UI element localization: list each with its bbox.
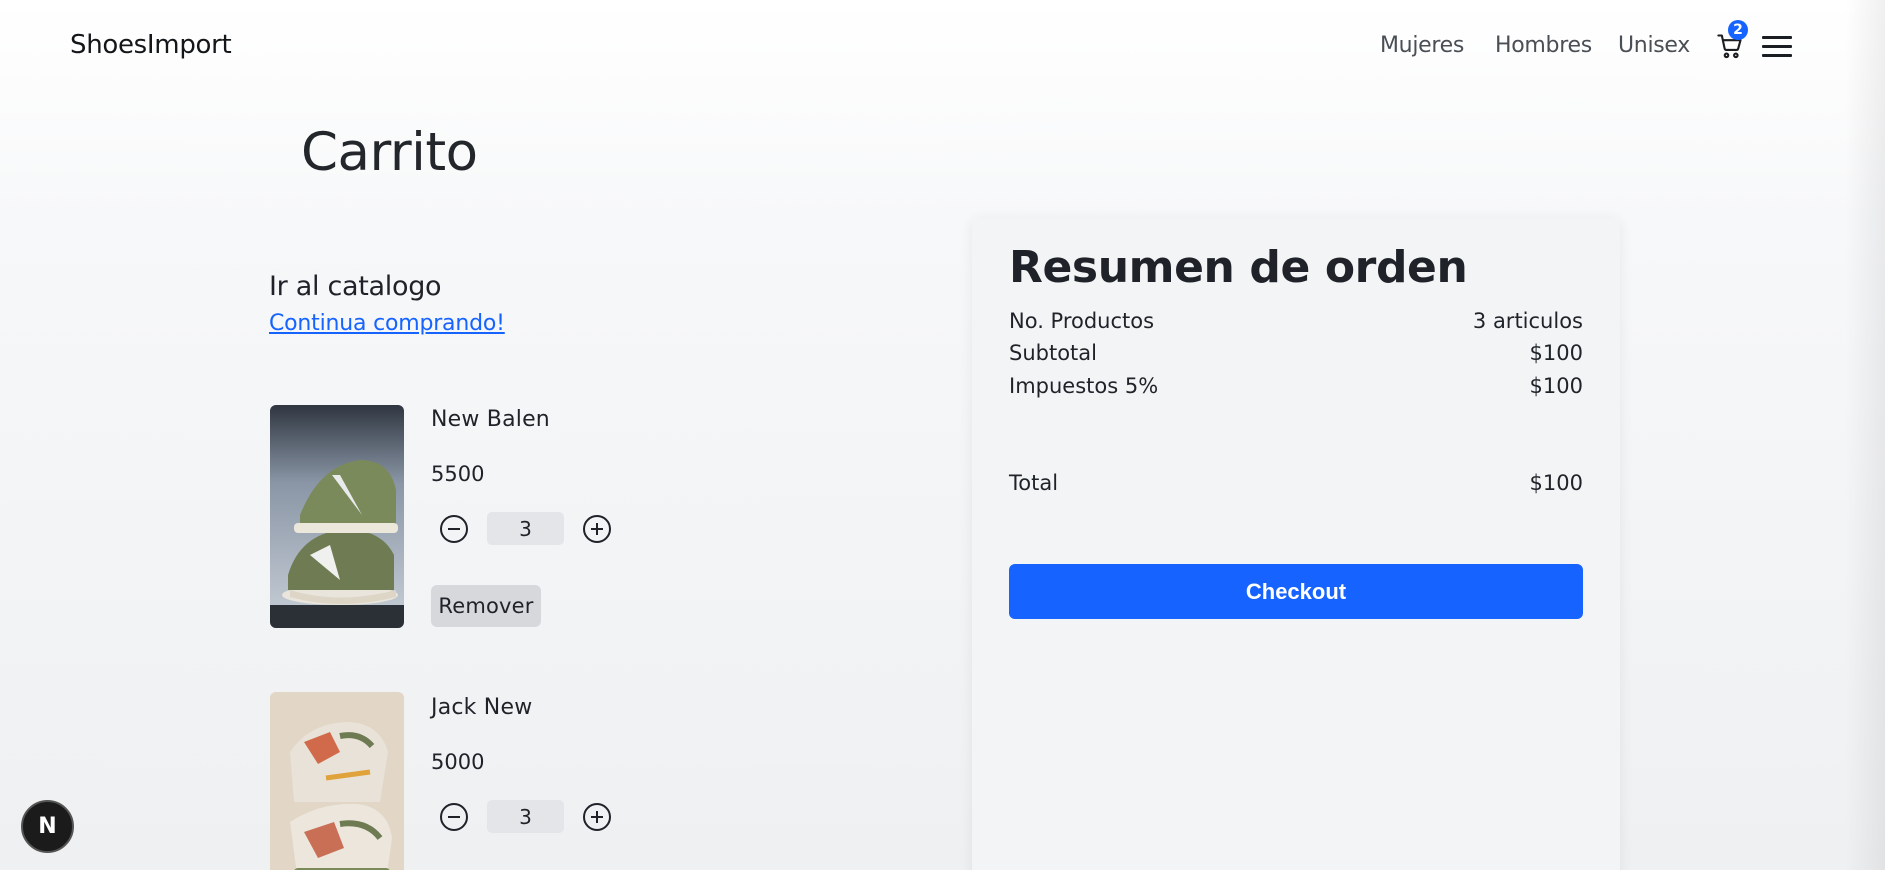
nav-link-hombres[interactable]: Hombres	[1495, 33, 1592, 58]
catalog-heading: Ir al catalogo	[269, 271, 442, 302]
hamburger-menu-button[interactable]	[1762, 36, 1792, 58]
product-price: 5000	[431, 750, 485, 774]
page-title: Carrito	[301, 122, 478, 183]
hamburger-icon	[1762, 36, 1792, 39]
increase-quantity-button[interactable]	[583, 803, 611, 831]
order-summary-card: Resumen de orden No. Productos 3 articul…	[972, 218, 1620, 870]
total-label: Total	[1009, 471, 1059, 495]
hamburger-line	[1762, 54, 1792, 57]
product-name: Jack New	[431, 695, 533, 720]
quantity-field[interactable]: 3	[487, 800, 564, 833]
summary-row-label: Subtotal	[1009, 341, 1097, 365]
increase-quantity-button[interactable]	[583, 515, 611, 543]
nav-link-unisex[interactable]: Unisex	[1618, 33, 1690, 58]
summary-row-value: $100	[1529, 374, 1583, 398]
summary-row-label: No. Productos	[1009, 309, 1155, 333]
sneaker-image	[270, 405, 404, 628]
hamburger-line	[1762, 45, 1792, 48]
dev-tools-badge[interactable]: N	[21, 800, 74, 853]
checkout-button[interactable]: Checkout	[1009, 564, 1583, 619]
decrease-quantity-button[interactable]	[440, 515, 468, 543]
sneaker-image	[270, 692, 404, 870]
summary-title: Resumen de orden	[1009, 242, 1468, 293]
product-image-new-balen[interactable]	[270, 405, 404, 628]
remove-item-button[interactable]: Remover	[431, 585, 541, 627]
summary-row-value: 3 articulos	[1472, 309, 1583, 333]
product-price: 5500	[431, 462, 485, 486]
summary-row-label: Impuestos 5%	[1009, 374, 1159, 398]
decrease-quantity-button[interactable]	[440, 803, 468, 831]
product-name: New Balen	[431, 407, 550, 432]
product-image-jack-new[interactable]	[270, 692, 404, 870]
summary-row-value: $100	[1529, 341, 1583, 365]
page-edge-shadow	[1845, 0, 1885, 870]
continue-shopping-link[interactable]: Continua comprando!	[269, 311, 505, 336]
brand-logo[interactable]: ShoesImport	[70, 30, 232, 60]
quantity-field[interactable]: 3	[487, 512, 564, 545]
nav-link-mujeres[interactable]: Mujeres	[1380, 33, 1464, 58]
top-navbar: ShoesImport Mujeres Hombres Unisex 2	[0, 0, 1885, 92]
cart-count-badge: 2	[1728, 20, 1748, 40]
total-value: $100	[1529, 471, 1583, 495]
